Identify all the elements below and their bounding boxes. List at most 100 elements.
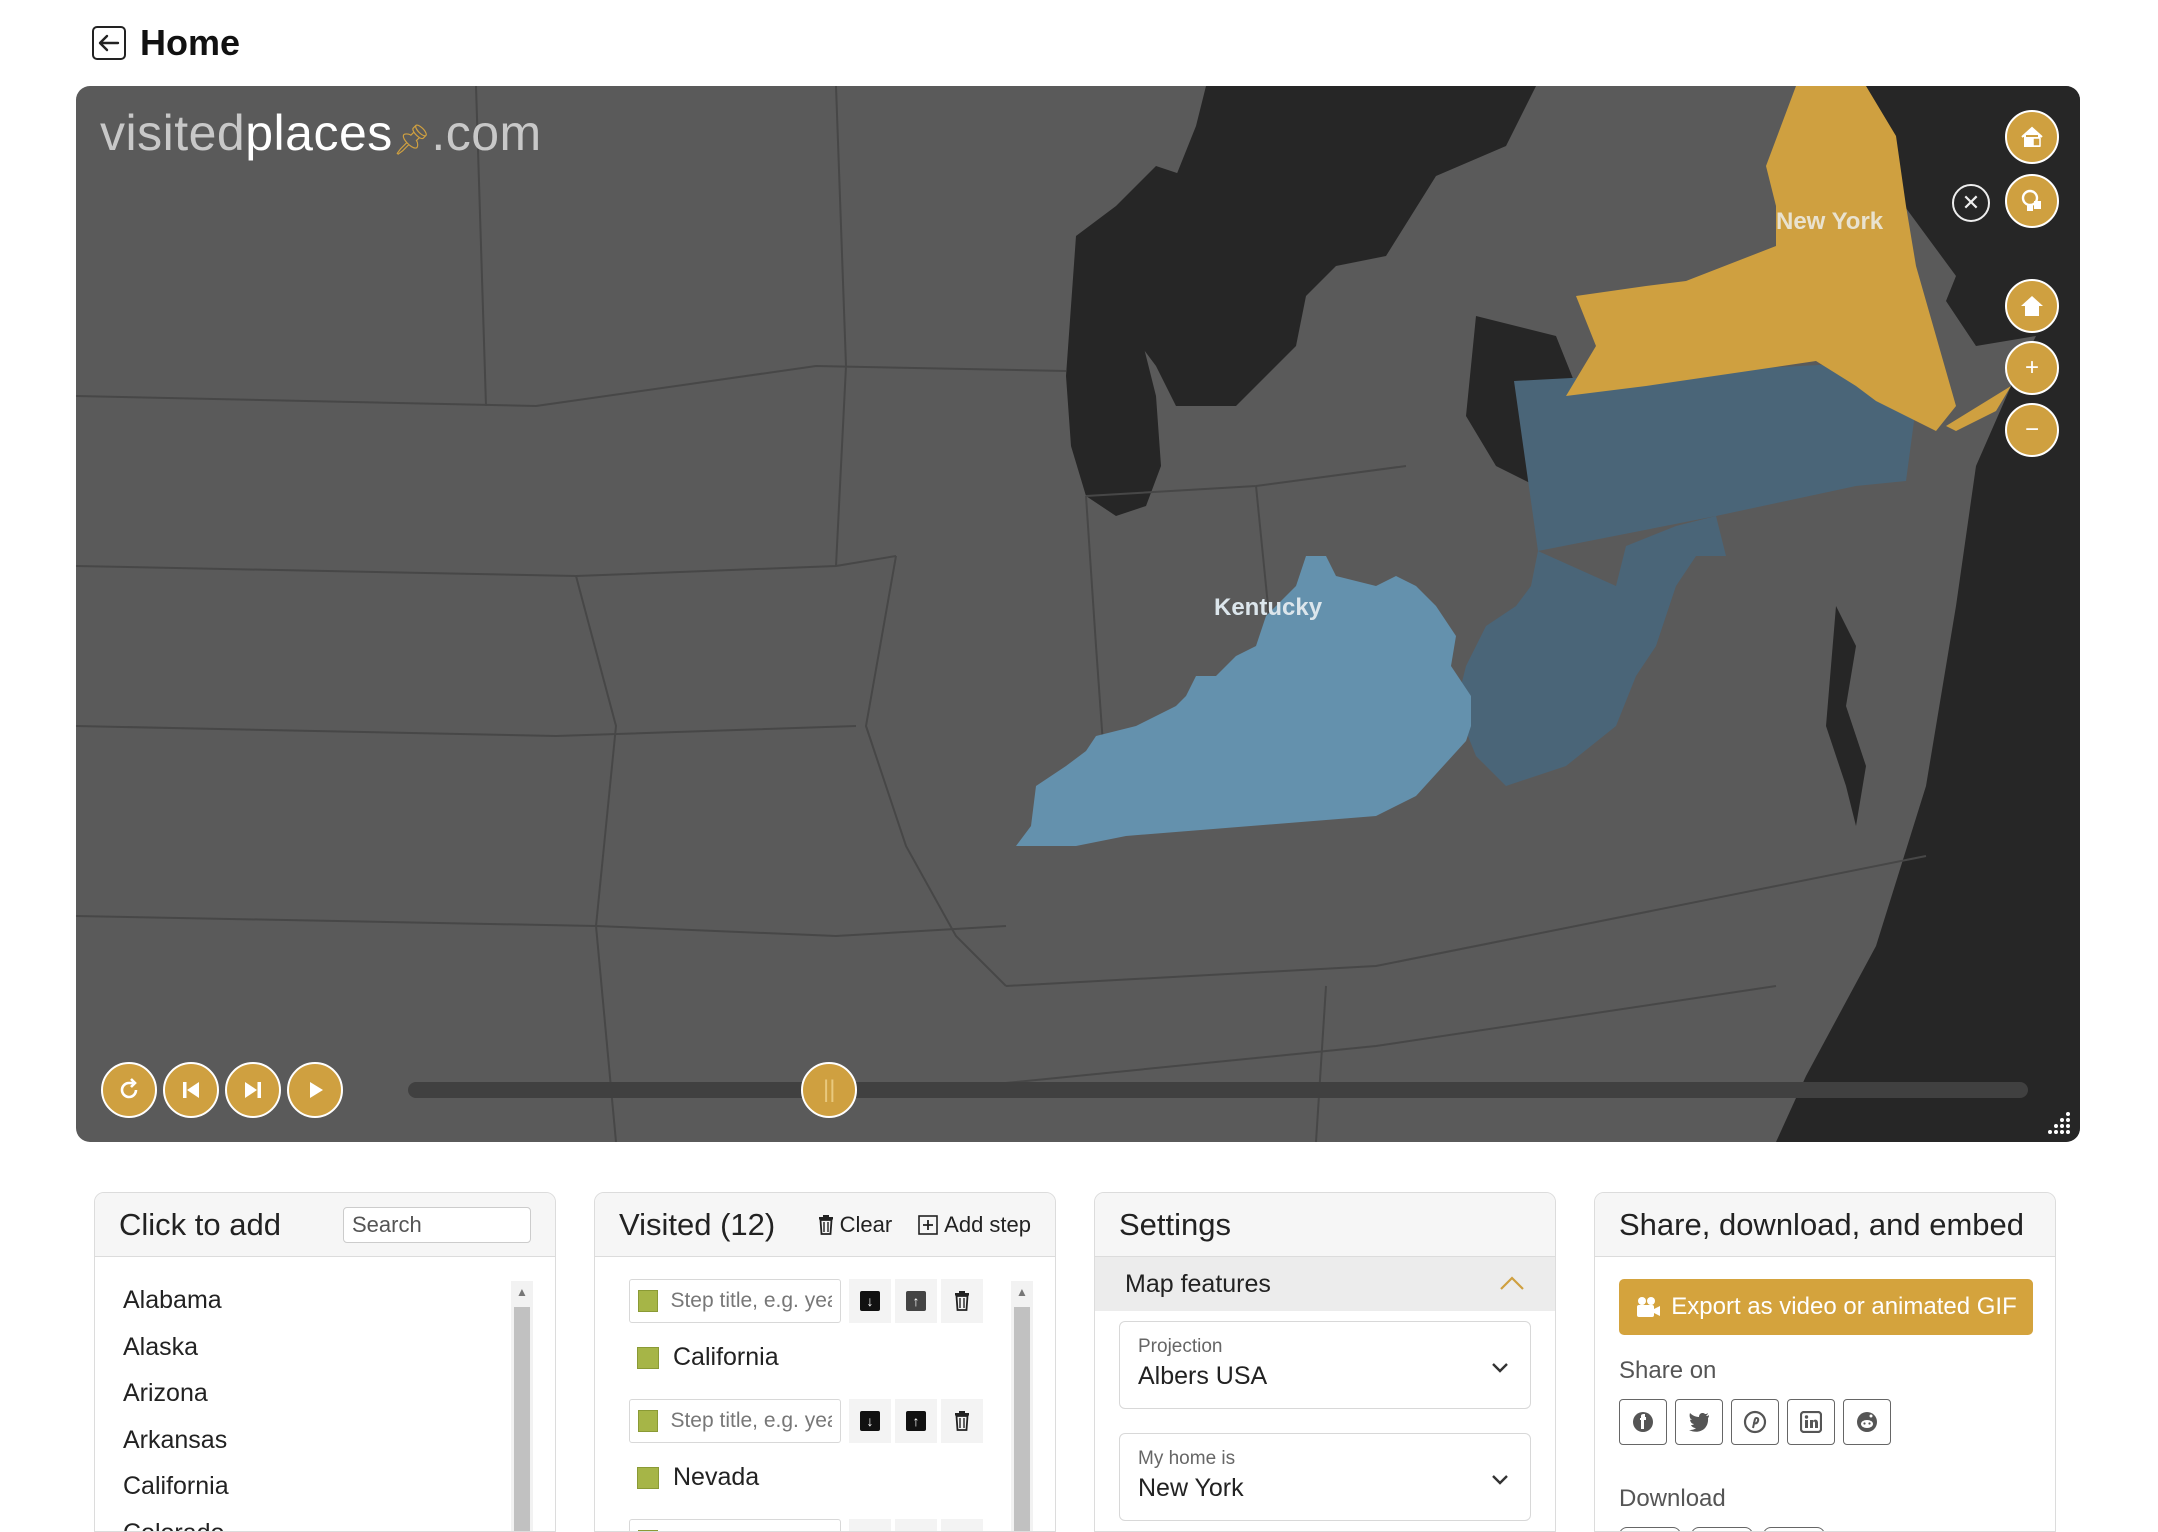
restart-button[interactable]	[101, 1062, 157, 1118]
place-name: Nevada	[673, 1463, 759, 1492]
list-item[interactable]: Alaska	[123, 1324, 229, 1371]
add-step-button[interactable]: Add step	[918, 1212, 1031, 1238]
pin-icon: 📌︎	[393, 124, 432, 157]
settings-panel: Settings Map features Projection Albers …	[1094, 1192, 1556, 1532]
back-arrow-icon[interactable]	[92, 26, 126, 60]
house-icon	[2019, 125, 2045, 149]
share-panel: Share, download, and embed Export as vid…	[1594, 1192, 2056, 1532]
chevron-down-icon	[1490, 1354, 1510, 1380]
trash-icon	[954, 1411, 970, 1431]
scroll-up-icon[interactable]: ▲	[1011, 1281, 1033, 1303]
export-label: Export as video or animated GIF	[1671, 1293, 2017, 1321]
zoom-out-button[interactable]: −	[2005, 403, 2059, 457]
panel-header: Share, download, and embed	[1595, 1193, 2055, 1257]
minus-icon: −	[2025, 416, 2039, 444]
color-swatch[interactable]	[638, 1410, 658, 1432]
play-icon	[304, 1079, 326, 1101]
delete-step-button[interactable]	[941, 1279, 983, 1323]
delete-step-button[interactable]	[941, 1399, 983, 1443]
reset-view-button[interactable]	[2005, 279, 2059, 333]
facebook-icon[interactable]	[1619, 1399, 1667, 1445]
home-settings-button[interactable]	[2005, 110, 2059, 164]
lightbulb-button[interactable]	[2005, 174, 2059, 228]
move-down-button[interactable]: ↓	[849, 1279, 891, 1323]
next-step-button[interactable]	[225, 1062, 281, 1118]
arrow-down-icon: ↓	[860, 1291, 880, 1311]
file-icon[interactable]	[1763, 1527, 1825, 1532]
plus-square-icon	[918, 1215, 938, 1235]
list-item[interactable]: Arizona	[123, 1370, 229, 1417]
panel-header: Visited (12) Clear Add step	[595, 1193, 1055, 1257]
move-up-button[interactable]: ↑	[895, 1519, 937, 1532]
list-item[interactable]: Arkansas	[123, 1417, 229, 1464]
list-item[interactable]: California	[123, 1463, 229, 1510]
arrow-up-icon: ↑	[906, 1411, 926, 1431]
linkedin-icon[interactable]	[1787, 1399, 1835, 1445]
move-down-button[interactable]: ↓	[849, 1519, 891, 1532]
map-canvas[interactable]	[76, 86, 2080, 1142]
page-header: Home	[92, 18, 240, 68]
move-down-button[interactable]: ↓	[849, 1399, 891, 1443]
map-features-accordion[interactable]: Map features	[1095, 1257, 1555, 1311]
arrow-down-icon: ↓	[860, 1411, 880, 1431]
previous-step-button[interactable]	[163, 1062, 219, 1118]
zoom-in-button[interactable]: +	[2005, 341, 2059, 395]
home-label: My home is	[1138, 1448, 1512, 1470]
scrollbar-thumb[interactable]	[1014, 1307, 1030, 1531]
file-icon[interactable]	[1691, 1527, 1753, 1532]
scrollbar[interactable]: ▲	[1011, 1281, 1033, 1531]
search-input[interactable]	[343, 1207, 531, 1243]
plus-icon: +	[2025, 354, 2039, 382]
move-up-button[interactable]: ↑	[895, 1399, 937, 1443]
twitter-icon[interactable]	[1675, 1399, 1723, 1445]
move-up-button[interactable]: ↑	[895, 1279, 937, 1323]
list-item[interactable]: Alabama	[123, 1277, 229, 1324]
skip-back-icon	[180, 1079, 202, 1101]
close-icon[interactable]: ✕	[1952, 184, 1990, 222]
color-swatch[interactable]	[637, 1347, 659, 1369]
reddit-icon[interactable]	[1843, 1399, 1891, 1445]
timeline-slider-handle[interactable]: ||	[801, 1062, 857, 1118]
download-buttons	[1619, 1527, 1825, 1532]
scroll-up-icon[interactable]: ▲	[511, 1281, 533, 1303]
home-value: New York	[1138, 1474, 1512, 1503]
clear-button[interactable]: Clear	[818, 1212, 893, 1238]
step-row: Step title, e.g. year ↓ ↑	[629, 1279, 983, 1323]
resize-handle-icon[interactable]	[2048, 1110, 2072, 1134]
timeline-track[interactable]	[408, 1082, 2028, 1098]
panel-title: Settings	[1119, 1207, 1231, 1243]
map-view[interactable]: visitedplaces📌︎.com New York Kentucky ✕ …	[76, 86, 2080, 1142]
click-to-add-panel: Click to add Alabama Alaska Arizona Arka…	[94, 1192, 556, 1532]
arrow-up-icon: ↑	[906, 1291, 926, 1311]
step-title-input[interactable]: Step title, e.g. year	[629, 1279, 841, 1323]
color-swatch[interactable]	[638, 1290, 658, 1312]
export-video-button[interactable]: Export as video or animated GIF	[1619, 1279, 2033, 1335]
projection-label: Projection	[1138, 1336, 1512, 1358]
step-title-input[interactable]: Step title, e.g. year	[629, 1399, 841, 1443]
share-buttons	[1619, 1399, 1891, 1445]
restart-icon	[116, 1077, 142, 1103]
pinterest-icon[interactable]	[1731, 1399, 1779, 1445]
panel-header: Settings	[1095, 1193, 1555, 1257]
color-swatch[interactable]	[637, 1467, 659, 1489]
chevron-down-icon	[1490, 1466, 1510, 1492]
projection-select[interactable]: Projection Albers USA	[1119, 1321, 1531, 1409]
delete-step-button[interactable]	[941, 1519, 983, 1532]
list-item[interactable]: Colorado	[123, 1510, 229, 1532]
chevron-up-icon	[1499, 1271, 1525, 1297]
state-list: Alabama Alaska Arizona Arkansas Californ…	[123, 1277, 229, 1532]
play-button[interactable]	[287, 1062, 343, 1118]
home-select[interactable]: My home is New York	[1119, 1433, 1531, 1521]
scrollbar[interactable]: ▲	[511, 1281, 533, 1531]
panel-title: Visited (12)	[619, 1207, 775, 1243]
video-camera-icon	[1635, 1295, 1661, 1319]
accordion-title: Map features	[1125, 1270, 1271, 1299]
place-name: California	[673, 1343, 779, 1372]
step-row: Step title, e.g. year ↓ ↑	[629, 1519, 983, 1532]
step-title-input[interactable]: Step title, e.g. year	[629, 1519, 841, 1532]
scrollbar-thumb[interactable]	[514, 1307, 530, 1531]
label-kentucky: Kentucky	[1214, 594, 1322, 622]
download-label: Download	[1619, 1485, 1726, 1513]
file-icon[interactable]	[1619, 1527, 1681, 1532]
visited-place-row: California	[637, 1343, 779, 1372]
